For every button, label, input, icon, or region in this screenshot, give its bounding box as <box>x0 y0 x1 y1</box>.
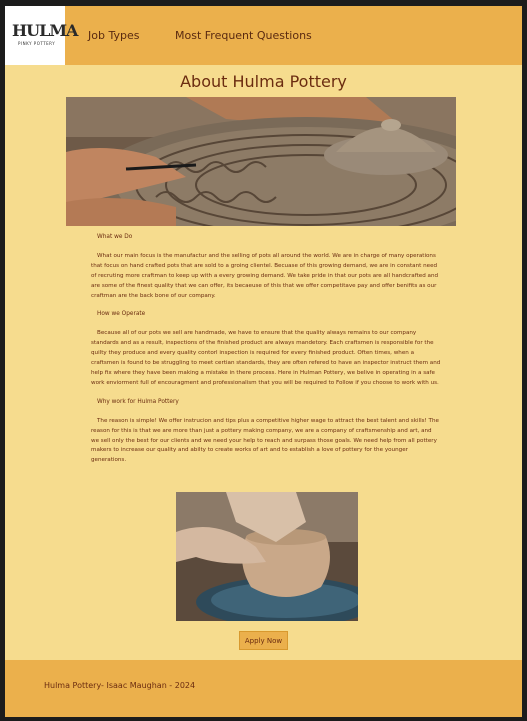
section-body-why-work: The reason is simple! We offer instrucio… <box>91 417 439 464</box>
section-heading-what-we-do: What we Do <box>97 234 133 240</box>
nav-link-job-types[interactable]: Job Types <box>88 29 139 42</box>
section-body-what-we-do: What our main focus is the manufactur an… <box>91 252 439 299</box>
logo[interactable]: HULMA PINKY POTTERY <box>5 6 78 65</box>
section-heading-how-we-operate: How we Operate <box>97 311 146 318</box>
apply-now-button[interactable]: Apply Now <box>239 631 288 650</box>
nav-link-faq[interactable]: Most Frequent Questions <box>175 29 312 42</box>
section-body-how-we-operate: Because all of our pots we sell are hand… <box>91 330 441 386</box>
page-title: About Hulma Pottery <box>180 72 347 91</box>
section-heading-why-work: Why work for Hulma Pottery <box>97 398 179 405</box>
footer-credit: Hulma Pottery- Isaac Maughan - 2024 <box>44 681 196 690</box>
about-content: What we Do What our main focus is the ma… <box>91 233 441 466</box>
logo-subtext: PINKY POTTERY <box>18 41 56 46</box>
site-footer: Hulma Pottery- Isaac Maughan - 2024 <box>5 660 522 717</box>
logo-text: HULMA <box>12 21 78 40</box>
pottery-wheel-image <box>176 492 358 621</box>
hero-image <box>66 97 456 226</box>
page: HULMA PINKY POTTERY Job Types Most Frequ… <box>5 6 522 717</box>
site-header: HULMA PINKY POTTERY Job Types Most Frequ… <box>5 6 522 65</box>
